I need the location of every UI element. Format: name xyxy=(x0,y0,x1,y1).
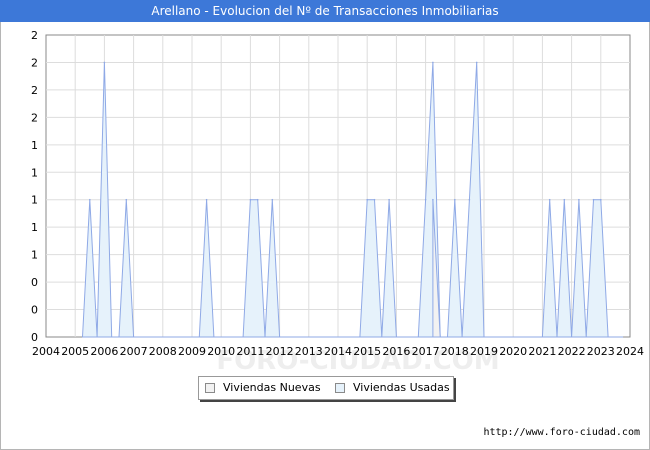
point-usadas xyxy=(592,198,595,201)
legend-label-usadas: Viviendas Usadas xyxy=(353,381,450,394)
x-tick-label: 2015 xyxy=(353,345,381,358)
point-usadas xyxy=(271,198,274,201)
point-usadas xyxy=(454,198,456,201)
point-usadas xyxy=(89,198,91,201)
x-tick-label: 2017 xyxy=(412,345,440,358)
x-tick-label: 2019 xyxy=(470,345,498,358)
point-usadas xyxy=(125,198,128,201)
point-usadas xyxy=(256,198,259,201)
y-tick-label: 1 xyxy=(31,249,38,262)
x-tick-label: 2010 xyxy=(207,345,235,358)
y-tick-label: 2 xyxy=(31,56,38,69)
point-usadas xyxy=(388,198,390,201)
point-usadas xyxy=(249,198,252,201)
x-tick-label: 2007 xyxy=(120,345,148,358)
y-tick-label: 2 xyxy=(31,111,38,124)
y-tick-label: 0 xyxy=(31,304,38,317)
chart-title: Arellano - Evolucion del Nº de Transacci… xyxy=(0,0,650,22)
point-nuevas xyxy=(432,198,434,201)
x-tick-label: 2012 xyxy=(266,345,294,358)
y-tick-label: 1 xyxy=(31,139,38,152)
x-tick-label: 2023 xyxy=(587,345,615,358)
y-tick-label: 2 xyxy=(31,84,38,97)
y-tick-label: 0 xyxy=(31,331,38,344)
x-tick-label: 2024 xyxy=(616,345,644,358)
x-tick-label: 2008 xyxy=(149,345,177,358)
y-tick-label: 1 xyxy=(31,166,38,179)
x-tick-label: 2011 xyxy=(236,345,264,358)
point-usadas xyxy=(366,198,369,201)
x-tick-label: 2021 xyxy=(528,345,556,358)
x-tick-label: 2016 xyxy=(382,345,410,358)
x-tick-label: 2004 xyxy=(32,345,60,358)
y-tick-label: 0 xyxy=(31,276,38,289)
legend-swatch-usadas xyxy=(335,383,345,393)
x-tick-label: 2013 xyxy=(295,345,323,358)
x-tick-label: 2006 xyxy=(90,345,118,358)
legend: Viviendas Nuevas Viviendas Usadas xyxy=(198,376,454,400)
point-usadas xyxy=(475,61,478,64)
x-tick-label: 2005 xyxy=(61,345,89,358)
point-usadas xyxy=(205,198,208,201)
y-tick-label: 1 xyxy=(31,194,38,207)
point-usadas xyxy=(373,198,376,201)
legend-label-nuevas: Viviendas Nuevas xyxy=(223,381,321,394)
legend-swatch-nuevas xyxy=(205,383,215,393)
point-usadas xyxy=(548,198,551,201)
point-usadas xyxy=(424,198,427,201)
point-usadas xyxy=(468,198,471,201)
point-usadas xyxy=(563,198,566,201)
y-tick-label: 2 xyxy=(31,29,38,42)
x-tick-label: 2018 xyxy=(441,345,469,358)
x-tick-label: 2014 xyxy=(324,345,352,358)
point-usadas xyxy=(432,61,434,64)
x-tick-label: 2009 xyxy=(178,345,206,358)
x-tick-label: 2022 xyxy=(558,345,586,358)
point-usadas xyxy=(578,198,580,201)
source-url: http://www.foro-ciudad.com xyxy=(483,427,640,438)
x-tick-label: 2020 xyxy=(499,345,527,358)
point-usadas xyxy=(600,198,602,201)
y-tick-label: 1 xyxy=(31,221,38,234)
point-usadas xyxy=(103,61,106,64)
